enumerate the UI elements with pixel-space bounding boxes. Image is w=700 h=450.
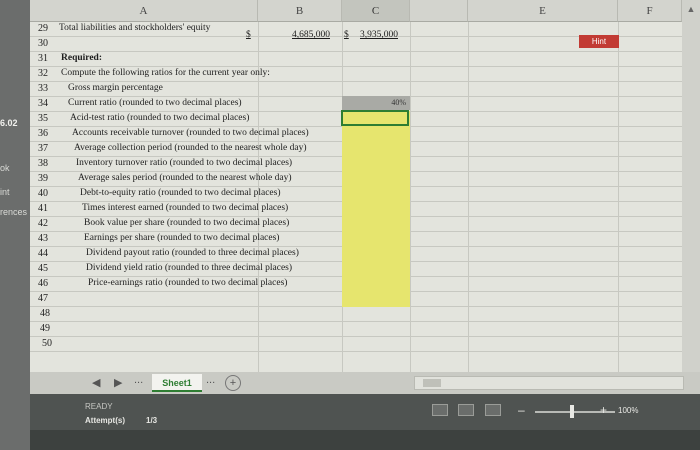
add-sheet-button[interactable]: + <box>225 375 241 391</box>
cell-text[interactable]: Book value per share (rounded to two dec… <box>84 218 289 228</box>
attempts-label: Attempt(s) <box>85 416 125 425</box>
cell-text[interactable]: Acid-test ratio (rounded to two decimal … <box>70 113 249 123</box>
table-row: 33 Gross margin percentage <box>30 82 682 97</box>
row-number: 34 <box>38 98 48 109</box>
sheet-tab[interactable]: Sheet1 <box>152 374 202 392</box>
column-header-b[interactable]: B <box>258 0 342 22</box>
row-number: 40 <box>38 188 48 199</box>
page-break-icon[interactable] <box>485 404 501 416</box>
row-number: 37 <box>38 143 48 154</box>
scroll-up-icon[interactable]: ▲ <box>684 4 698 18</box>
row-number: 50 <box>42 338 52 349</box>
cell-text[interactable]: Compute the following ratios for the cur… <box>61 68 270 78</box>
row-number: 32 <box>38 68 48 79</box>
row-number: 47 <box>38 293 48 304</box>
row-number: 33 <box>38 83 48 94</box>
row-number: 41 <box>38 203 48 214</box>
table-row: 32 Compute the following ratios for the c… <box>30 67 682 82</box>
vertical-scrollbar[interactable]: ▲ <box>682 0 700 372</box>
gross-margin-cell[interactable]: 40% <box>342 96 410 110</box>
row-number: 36 <box>38 128 48 139</box>
row-number: 43 <box>38 233 48 244</box>
total-dollar-sign-b: $ <box>246 30 251 40</box>
row-number: 39 <box>38 173 48 184</box>
row-number: 46 <box>38 278 48 289</box>
cell-text[interactable]: Required: <box>61 53 102 63</box>
zoom-minus-icon[interactable]: – <box>518 403 525 417</box>
zoom-slider-thumb[interactable] <box>570 405 574 418</box>
horizontal-scrollbar[interactable] <box>414 376 684 390</box>
cell-text[interactable]: Average collection period (rounded to th… <box>74 143 306 153</box>
cell-text[interactable]: Inventory turnover ratio (rounded to two… <box>76 158 292 168</box>
table-row: 31 Required: <box>30 52 682 67</box>
table-row: 48 <box>30 307 682 322</box>
bottom-toolbar <box>30 430 700 450</box>
active-cell-selection[interactable] <box>341 110 409 126</box>
status-bar: READY Attempt(s) 1/3 – + 100% <box>30 394 700 430</box>
left-panel: 6.02 ok int rences <box>0 0 30 450</box>
row-number: 38 <box>38 158 48 169</box>
row-number: 30 <box>38 38 48 49</box>
left-panel-label: int <box>0 187 10 197</box>
total-dollar-sign-c: $ <box>344 30 349 40</box>
column-header-d[interactable] <box>410 0 468 22</box>
total-value-b[interactable]: 4,685,000 <box>292 30 330 40</box>
hint-button[interactable]: Hint <box>579 35 619 48</box>
row-number: 42 <box>38 218 48 229</box>
table-row: 50 <box>30 337 682 352</box>
column-header-c[interactable]: C <box>342 0 410 22</box>
cell-text[interactable]: Accounts receivable turnover (rounded to… <box>72 128 309 138</box>
attempts-value: 1/3 <box>146 416 158 425</box>
left-panel-label: 6.02 <box>0 118 18 128</box>
zoom-level: 100% <box>618 406 639 415</box>
page-layout-icon[interactable] <box>458 404 474 416</box>
left-panel-label: ok <box>0 163 10 173</box>
cell-text[interactable]: Current ratio (rounded to two decimal pl… <box>68 98 242 108</box>
cell-text[interactable]: Dividend yield ratio (rounded to three d… <box>86 263 292 273</box>
row-number: 48 <box>40 308 50 319</box>
column-header-a[interactable]: A <box>30 0 258 22</box>
column-header-f[interactable]: F <box>618 0 682 22</box>
status-ready: READY <box>85 402 113 411</box>
row-number: 35 <box>38 113 48 124</box>
total-value-c[interactable]: 3,935,000 <box>360 30 398 40</box>
spreadsheet-grid: A B C E F 29 Total liabilities and stockh… <box>30 0 682 372</box>
row-number: 31 <box>38 53 48 64</box>
tab-more-right[interactable]: ... <box>206 374 215 386</box>
tab-prev-icon[interactable]: ◀ <box>92 376 100 389</box>
normal-view-icon[interactable] <box>432 404 448 416</box>
left-panel-label: rences <box>0 207 28 217</box>
cell-text[interactable]: Debt-to-equity ratio (rounded to two dec… <box>80 188 281 198</box>
row-number: 44 <box>38 248 48 259</box>
cell-text[interactable]: Earnings per share (rounded to two decim… <box>84 233 279 243</box>
column-header-e[interactable]: E <box>468 0 618 22</box>
cell-text[interactable]: Gross margin percentage <box>68 83 163 93</box>
answer-input-cells[interactable] <box>342 111 410 307</box>
sheet-tab-bar: ◀ ▶ ... Sheet1 ... + <box>30 372 700 394</box>
cell-text[interactable]: Average sales period (rounded to the nea… <box>78 173 292 183</box>
row-number: 49 <box>40 323 50 334</box>
table-row: 49 <box>30 322 682 337</box>
cell-text[interactable]: Total liabilities and stockholders' equi… <box>59 23 210 33</box>
tab-more-left[interactable]: ... <box>134 374 143 386</box>
tab-next-icon[interactable]: ▶ <box>114 376 122 389</box>
row-number: 29 <box>38 23 48 34</box>
zoom-plus-icon[interactable]: + <box>600 403 607 417</box>
cell-text[interactable]: Price-earnings ratio (rounded to two dec… <box>88 278 287 288</box>
cell-text[interactable]: Times interest earned (rounded to two de… <box>82 203 288 213</box>
cell-text[interactable]: Dividend payout ratio (rounded to three … <box>86 248 299 258</box>
row-number: 45 <box>38 263 48 274</box>
scroll-thumb[interactable] <box>423 379 441 387</box>
